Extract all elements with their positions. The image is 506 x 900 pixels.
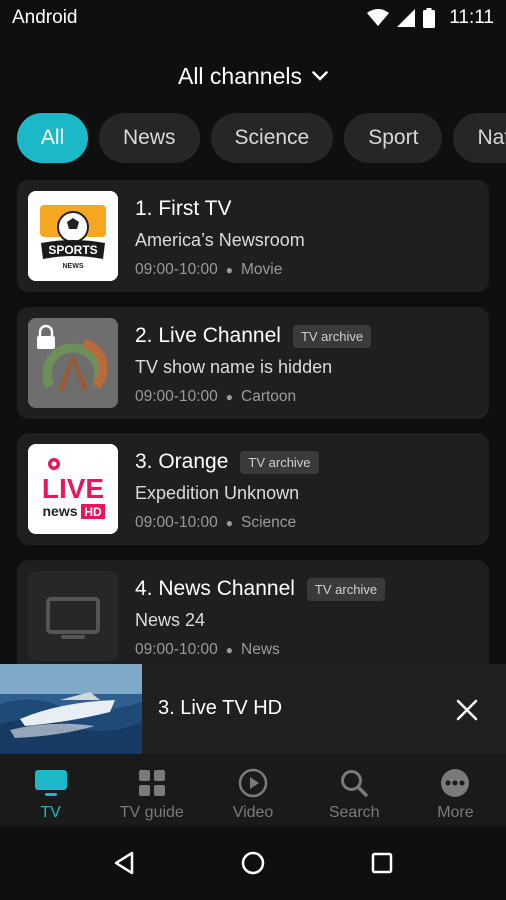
tv-icon [34,768,68,798]
channel-logo: SPORTS NEWS [28,191,118,281]
search-icon [337,768,371,798]
nav-video[interactable]: Video [202,754,303,826]
channel-title-row: 1. First TV [135,197,231,221]
channel-title-row: 3. Orange TV archive [135,450,319,474]
battery-icon [423,8,436,28]
chip-science[interactable]: Science [210,113,334,163]
channel-time: 09:00-10:00 [135,261,218,278]
chip-sport[interactable]: Sport [344,113,443,163]
system-navigation-bar [0,826,506,900]
nav-video-label: Video [232,804,274,821]
svg-text:HD: HD [84,505,102,519]
tv-archive-badge: TV archive [292,324,372,348]
bottom-navigation: TV TV guide Video Search More [0,754,506,826]
channel-genre: Science [241,514,297,531]
channel-logo [28,571,118,661]
home-circle-icon [241,851,265,875]
channel-item-live-channel[interactable]: 2. Live Channel TV archive TV show name … [17,307,489,419]
nav-tv-guide-label: TV guide [119,804,184,821]
recents-square-icon [371,852,392,874]
play-icon [236,768,270,798]
nav-tv-label: TV [40,804,61,821]
tv-archive-badge: TV archive [240,450,319,474]
home-button[interactable] [233,843,273,883]
channel-name: 1. First TV [135,197,232,220]
chevron-down-icon [312,71,328,81]
tv-archive-badge: TV archive [306,577,386,601]
chip-news[interactable]: News [99,113,200,163]
grid-icon [135,768,169,798]
nav-more[interactable]: More [405,754,506,826]
more-icon [438,768,472,798]
locked-channel-logo [28,318,118,408]
clock: 11:11 [449,7,494,28]
channel-genre: Cartoon [241,388,297,405]
separator-dot: ● [225,263,233,277]
tv-placeholder-icon [46,597,100,639]
mini-player[interactable]: 3. Live TV HD [0,664,506,754]
channel-name: 2. Live Channel [135,324,281,347]
channel-item-orange[interactable]: LIVE news HD 3. Orange TV archive Expedi… [17,433,489,545]
nav-tv-guide[interactable]: TV guide [101,754,202,826]
svg-text:LIVE: LIVE [42,473,104,504]
category-chips: All News Science Sport Natu [17,113,506,163]
separator-dot: ● [225,390,233,404]
channel-time: 09:00-10:00 [135,641,218,658]
channel-meta: 09:00-10:00 ● Cartoon [135,388,296,406]
channel-title-row: 2. Live Channel TV archive [135,324,372,348]
page-title: All channels [177,62,303,89]
carrier-label: Android [12,7,78,28]
channel-show: America’s Newsroom [135,230,305,250]
signal-icon [397,9,416,27]
nav-tv[interactable]: TV [0,754,101,826]
channel-filter-dropdown[interactable]: All channels [0,56,506,96]
separator-dot: ● [225,516,233,530]
channel-name: 4. News Channel [135,577,295,600]
status-bar: Android 11:11 [0,0,506,36]
back-triangle-icon [115,851,134,875]
channel-show: Expedition Unknown [135,483,300,503]
nav-search-label: Search [328,804,380,821]
svg-text:news: news [42,503,77,519]
wifi-icon [367,9,390,26]
channel-meta: 09:00-10:00 ● Movie [135,261,282,279]
channel-item-news-channel[interactable]: 4. News Channel TV archive News 24 09:00… [17,560,489,665]
channel-list: SPORTS NEWS 1. First TV America’s Newsro… [17,180,489,665]
channel-meta: 09:00-10:00 ● News [135,641,280,659]
channel-time: 09:00-10:00 [135,514,218,531]
nav-search[interactable]: Search [304,754,405,826]
live-news-hd-logo: LIVE news HD [28,444,118,534]
close-icon[interactable] [454,697,480,723]
recents-button[interactable] [362,843,402,883]
mini-player-thumbnail [0,664,142,754]
channel-title-row: 4. News Channel TV archive [135,577,386,601]
channel-logo [28,318,118,408]
channel-show: News 24 [135,610,206,630]
status-icons: 11:11 [367,7,494,29]
channel-item-first-tv[interactable]: SPORTS NEWS 1. First TV America’s Newsro… [17,180,489,292]
channel-name: 3. Orange [135,450,229,473]
sports-news-logo: SPORTS NEWS [28,191,118,281]
svg-text:NEWS: NEWS [63,263,84,270]
separator-dot: ● [225,643,233,657]
mini-player-title: 3. Live TV HD [158,697,283,719]
channel-meta: 09:00-10:00 ● Science [135,514,296,532]
chip-nature[interactable]: Natu [453,113,506,163]
channel-genre: News [241,641,280,658]
chip-all[interactable]: All [17,113,88,163]
channel-logo: LIVE news HD [28,444,118,534]
channel-show: TV show name is hidden [135,357,333,377]
boat-video-frame [0,664,142,754]
nav-more-label: More [437,804,474,821]
back-button[interactable] [104,843,144,883]
channel-genre: Movie [241,261,283,278]
svg-text:SPORTS: SPORTS [48,243,97,257]
channel-time: 09:00-10:00 [135,388,218,405]
